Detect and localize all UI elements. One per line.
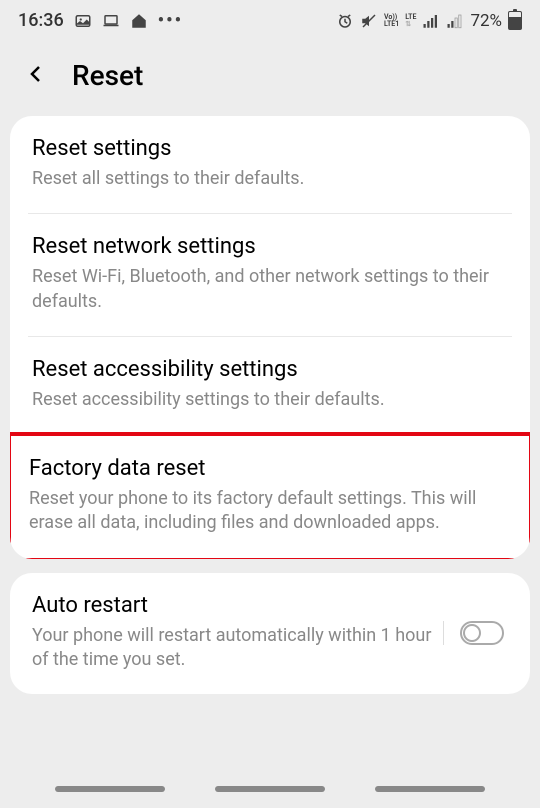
- mute-icon: [360, 12, 378, 30]
- item-title: Auto restart: [32, 593, 435, 618]
- reset-options-card: Reset settings Reset all settings to the…: [10, 116, 530, 559]
- item-title: Reset network settings: [32, 234, 508, 259]
- item-desc: Reset Wi-Fi, Bluetooth, and other networ…: [32, 265, 508, 314]
- nav-recents[interactable]: [55, 786, 165, 792]
- signal-icon: [422, 12, 440, 30]
- back-icon[interactable]: [24, 62, 48, 90]
- nav-back[interactable]: [375, 786, 485, 792]
- navigation-bar: [0, 786, 540, 792]
- reset-accessibility-item[interactable]: Reset accessibility settings Reset acces…: [10, 337, 530, 422]
- battery-percent: 72%: [470, 11, 502, 31]
- page-title: Reset: [72, 59, 143, 92]
- reset-network-item[interactable]: Reset network settings Reset Wi-Fi, Blue…: [10, 214, 530, 336]
- auto-restart-toggle[interactable]: [460, 621, 504, 645]
- home-icon: [130, 12, 148, 30]
- item-desc: Reset all settings to their defaults.: [32, 167, 508, 191]
- nav-home[interactable]: [215, 786, 325, 792]
- laptop-icon: [102, 12, 120, 30]
- item-title: Factory data reset: [29, 456, 511, 481]
- auto-restart-item[interactable]: Auto restart Your phone will restart aut…: [10, 573, 530, 695]
- item-desc: Reset your phone to its factory default …: [29, 487, 511, 536]
- picture-icon: [74, 12, 92, 30]
- item-title: Reset settings: [32, 136, 508, 161]
- item-desc: Your phone will restart automatically wi…: [32, 624, 435, 673]
- status-time: 16:36: [18, 10, 64, 31]
- factory-reset-item[interactable]: Factory data reset Reset your phone to i…: [11, 436, 529, 558]
- factory-reset-highlight: Factory data reset Reset your phone to i…: [10, 432, 530, 559]
- alarm-icon: [336, 12, 354, 30]
- item-title: Reset accessibility settings: [32, 357, 508, 382]
- volte-icon: Vo)) LTE1: [384, 14, 399, 28]
- item-desc: Reset accessibility settings to their de…: [32, 388, 508, 412]
- page-header: Reset: [0, 37, 540, 116]
- status-bar: 16:36 ••• Vo)) LTE1 LTE ⇅: [0, 0, 540, 37]
- signal-icon-2: [446, 12, 464, 30]
- lte-icon: LTE ⇅: [405, 14, 416, 28]
- reset-settings-item[interactable]: Reset settings Reset all settings to the…: [10, 116, 530, 213]
- more-icon: •••: [158, 10, 183, 31]
- auto-restart-card: Auto restart Your phone will restart aut…: [10, 573, 530, 695]
- battery-icon: [508, 11, 522, 30]
